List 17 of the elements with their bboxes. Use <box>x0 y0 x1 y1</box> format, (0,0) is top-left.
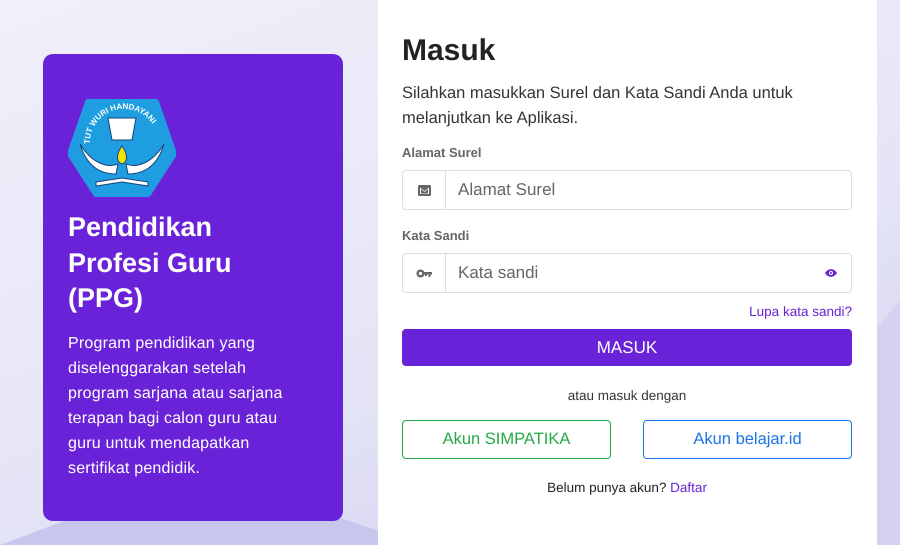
register-link[interactable]: Daftar <box>670 480 707 495</box>
program-title: Pendidikan Profesi Guru (PPG) <box>68 211 233 315</box>
alternative-login-text: atau masuk dengan <box>566 388 688 403</box>
field-label: Alamat Surel <box>402 145 482 160</box>
program-description: Program pendidikan yang diselenggarakan setelah program sarjana atau sarjana terapan bagi calon guru atau guru untuk mendapatkan sertifikat pendidik. <box>68 334 284 478</box>
mail-icon <box>418 184 430 196</box>
field-label: Kata Sandi <box>402 228 470 243</box>
login-instructions: Silahkan masukkan Surel dan Kata Sandi Anda untuk melanjutkan ke Aplikasi. <box>402 83 794 129</box>
forgot-password-link[interactable]: Lupa kata sandi? <box>749 304 852 319</box>
register-prompt: Belum punya akun? <box>547 480 666 495</box>
login-title: Masuk <box>402 33 496 69</box>
login-button[interactable]: MASUK <box>402 329 852 366</box>
eye-icon[interactable] <box>825 269 837 277</box>
password-input[interactable]: Kata sandi <box>446 254 825 292</box>
account-login-button[interactable]: Akun belajar.id <box>643 420 852 459</box>
password-field[interactable]: Kata sandi <box>402 253 852 293</box>
key-icon <box>416 268 432 278</box>
